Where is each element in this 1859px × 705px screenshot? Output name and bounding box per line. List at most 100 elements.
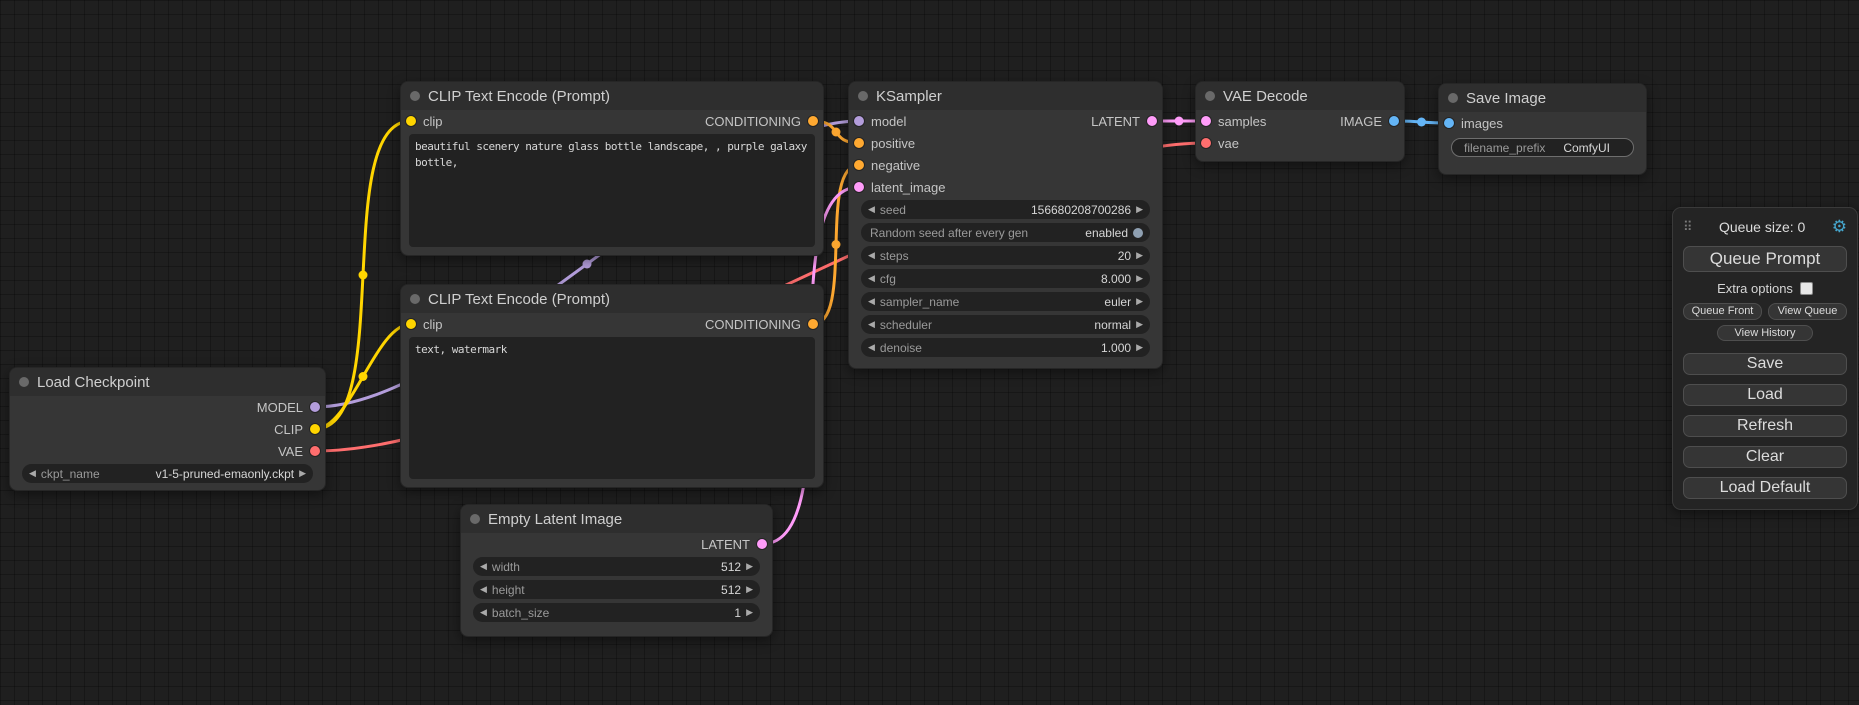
increment-arrow-icon[interactable]: ▶ — [1136, 320, 1143, 329]
widget-height[interactable]: ◀ height 512 ▶ — [473, 580, 760, 599]
collapse-icon[interactable] — [410, 294, 420, 304]
collapse-icon[interactable] — [1205, 91, 1215, 101]
increment-arrow-icon[interactable]: ▶ — [746, 562, 753, 571]
view-queue-button[interactable]: View Queue — [1768, 303, 1847, 320]
input-port-positive[interactable] — [854, 138, 864, 148]
input-label-positive: positive — [871, 136, 915, 151]
decrement-arrow-icon[interactable]: ◀ — [480, 562, 487, 571]
prompt-textarea[interactable]: beautiful scenery nature glass bottle la… — [409, 134, 815, 247]
decrement-arrow-icon[interactable]: ◀ — [868, 205, 875, 214]
output-port-image[interactable] — [1389, 116, 1399, 126]
queue-prompt-button[interactable]: Queue Prompt — [1683, 246, 1847, 272]
increment-arrow-icon[interactable]: ▶ — [1136, 274, 1143, 283]
input-port-vae[interactable] — [1201, 138, 1211, 148]
increment-arrow-icon[interactable]: ▶ — [299, 469, 306, 478]
widget-label: Random seed after every gen — [870, 226, 1028, 240]
input-port-samples[interactable] — [1201, 116, 1211, 126]
drag-handle-icon[interactable]: ⠿ — [1683, 219, 1693, 235]
widget-width[interactable]: ◀ width 512 ▶ — [473, 557, 760, 576]
decrement-arrow-icon[interactable]: ◀ — [480, 608, 487, 617]
input-port-images[interactable] — [1444, 118, 1454, 128]
increment-arrow-icon[interactable]: ▶ — [1136, 251, 1143, 260]
output-label-clip: CLIP — [274, 422, 303, 437]
widget-scheduler[interactable]: ◀ scheduler normal ▶ — [861, 315, 1150, 334]
node-vae-decode[interactable]: VAE Decode samples IMAGE vae — [1195, 81, 1405, 162]
node-load-checkpoint[interactable]: Load Checkpoint MODEL CLIP VAE ◀ ckpt_na… — [9, 367, 326, 491]
node-title-bar[interactable]: Save Image — [1439, 84, 1646, 112]
widget-filename-prefix[interactable]: filename_prefix ComfyUI — [1451, 138, 1634, 157]
prompt-textarea[interactable]: text, watermark — [409, 337, 815, 479]
input-port-negative[interactable] — [854, 160, 864, 170]
node-clip-text-encode-negative[interactable]: CLIP Text Encode (Prompt) clip CONDITION… — [400, 284, 824, 488]
link-midpoint-dot — [583, 260, 592, 269]
output-label-latent: LATENT — [1091, 114, 1140, 129]
widget-denoise[interactable]: ◀ denoise 1.000 ▶ — [861, 338, 1150, 357]
widget-value: enabled — [1085, 226, 1128, 240]
output-port-clip[interactable] — [310, 424, 320, 434]
widget-random-seed-toggle[interactable]: Random seed after every gen enabled — [861, 223, 1150, 242]
collapse-icon[interactable] — [1448, 93, 1458, 103]
node-empty-latent-image[interactable]: Empty Latent Image LATENT ◀ width 512 ▶ … — [460, 504, 773, 637]
widget-ckpt-name[interactable]: ◀ ckpt_name v1-5-pruned-emaonly.ckpt ▶ — [22, 464, 313, 483]
node-save-image[interactable]: Save Image images filename_prefix ComfyU… — [1438, 83, 1647, 175]
increment-arrow-icon[interactable]: ▶ — [746, 608, 753, 617]
widget-value: euler — [1104, 295, 1131, 309]
node-canvas[interactable]: { "icons": { "decrement": "◀", "incremen… — [0, 0, 1859, 705]
widget-steps[interactable]: ◀ steps 20 ▶ — [861, 246, 1150, 265]
output-port-model[interactable] — [310, 402, 320, 412]
widget-label: cfg — [880, 272, 896, 286]
input-port-clip[interactable] — [406, 116, 416, 126]
decrement-arrow-icon[interactable]: ◀ — [29, 469, 36, 478]
node-title-bar[interactable]: CLIP Text Encode (Prompt) — [401, 82, 823, 110]
output-port-conditioning[interactable] — [808, 116, 818, 126]
collapse-icon[interactable] — [410, 91, 420, 101]
save-button[interactable]: Save — [1683, 353, 1847, 375]
widget-label: scheduler — [880, 318, 932, 332]
output-port-latent[interactable] — [757, 539, 767, 549]
input-port-model[interactable] — [854, 116, 864, 126]
load-default-button[interactable]: Load Default — [1683, 477, 1847, 499]
node-clip-text-encode-positive[interactable]: CLIP Text Encode (Prompt) clip CONDITION… — [400, 81, 824, 256]
refresh-button[interactable]: Refresh — [1683, 415, 1847, 437]
output-port-latent[interactable] — [1147, 116, 1157, 126]
collapse-icon[interactable] — [858, 91, 868, 101]
increment-arrow-icon[interactable]: ▶ — [1136, 343, 1143, 352]
widget-label: ckpt_name — [41, 467, 100, 481]
widget-cfg[interactable]: ◀ cfg 8.000 ▶ — [861, 269, 1150, 288]
queue-front-button[interactable]: Queue Front — [1683, 303, 1762, 320]
decrement-arrow-icon[interactable]: ◀ — [868, 274, 875, 283]
widget-seed[interactable]: ◀ seed 156680208700286 ▶ — [861, 200, 1150, 219]
node-title-bar[interactable]: CLIP Text Encode (Prompt) — [401, 285, 823, 313]
decrement-arrow-icon[interactable]: ◀ — [868, 320, 875, 329]
increment-arrow-icon[interactable]: ▶ — [746, 585, 753, 594]
node-title-bar[interactable]: Load Checkpoint — [10, 368, 325, 396]
collapse-icon[interactable] — [470, 514, 480, 524]
input-label-samples: samples — [1218, 114, 1266, 129]
settings-gear-icon[interactable]: ⚙ — [1832, 217, 1847, 237]
output-port-vae[interactable] — [310, 446, 320, 456]
output-port-conditioning[interactable] — [808, 319, 818, 329]
node-title-bar[interactable]: Empty Latent Image — [461, 505, 772, 533]
node-title-bar[interactable]: KSampler — [849, 82, 1162, 110]
input-label-clip: clip — [423, 317, 443, 332]
output-label-image: IMAGE — [1340, 114, 1382, 129]
node-title: Load Checkpoint — [37, 374, 150, 391]
decrement-arrow-icon[interactable]: ◀ — [868, 343, 875, 352]
increment-arrow-icon[interactable]: ▶ — [1136, 205, 1143, 214]
input-port-clip[interactable] — [406, 319, 416, 329]
view-history-button[interactable]: View History — [1717, 325, 1813, 341]
collapse-icon[interactable] — [19, 377, 29, 387]
decrement-arrow-icon[interactable]: ◀ — [868, 251, 875, 260]
widget-batch-size[interactable]: ◀ batch_size 1 ▶ — [473, 603, 760, 622]
output-label-model: MODEL — [257, 400, 303, 415]
extra-options-checkbox[interactable] — [1800, 282, 1813, 295]
input-port-latent-image[interactable] — [854, 182, 864, 192]
node-ksampler[interactable]: KSampler model LATENT positive negative … — [848, 81, 1163, 369]
clear-button[interactable]: Clear — [1683, 446, 1847, 468]
decrement-arrow-icon[interactable]: ◀ — [868, 297, 875, 306]
node-title-bar[interactable]: VAE Decode — [1196, 82, 1404, 110]
increment-arrow-icon[interactable]: ▶ — [1136, 297, 1143, 306]
widget-sampler-name[interactable]: ◀ sampler_name euler ▶ — [861, 292, 1150, 311]
decrement-arrow-icon[interactable]: ◀ — [480, 585, 487, 594]
load-button[interactable]: Load — [1683, 384, 1847, 406]
